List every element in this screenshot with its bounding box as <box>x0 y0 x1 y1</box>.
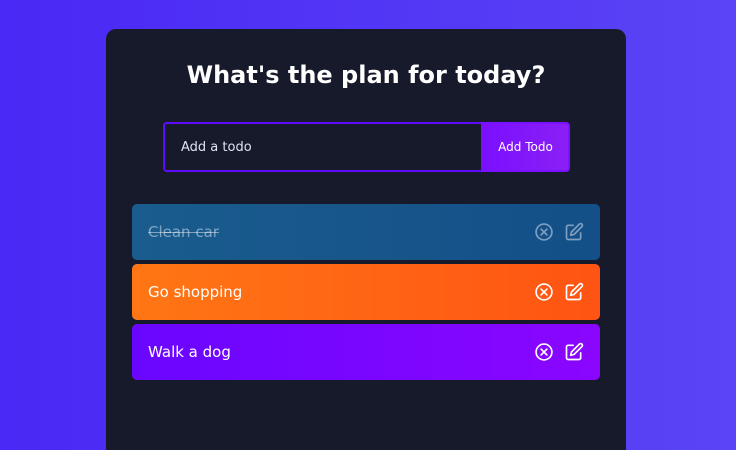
edit-icon[interactable] <box>564 222 584 242</box>
todo-item[interactable]: Clean car <box>132 204 600 260</box>
todo-form: Add Todo <box>163 122 570 172</box>
todo-input[interactable] <box>163 122 481 172</box>
circle-x-icon[interactable] <box>534 222 554 242</box>
todo-item-text[interactable]: Go shopping <box>148 283 534 301</box>
todo-item[interactable]: Walk a dog <box>132 324 600 380</box>
todo-item-actions <box>534 222 584 242</box>
todo-item-actions <box>534 342 584 362</box>
edit-icon[interactable] <box>564 282 584 302</box>
todo-app: What's the plan for today? Add Todo Clea… <box>106 29 626 450</box>
circle-x-icon[interactable] <box>534 282 554 302</box>
add-todo-button[interactable]: Add Todo <box>481 122 570 172</box>
circle-x-icon[interactable] <box>534 342 554 362</box>
todo-item-text[interactable]: Walk a dog <box>148 343 534 361</box>
todo-item-text[interactable]: Clean car <box>148 223 534 241</box>
todo-item[interactable]: Go shopping <box>132 264 600 320</box>
edit-icon[interactable] <box>564 342 584 362</box>
todo-item-actions <box>534 282 584 302</box>
page-title: What's the plan for today? <box>186 61 546 89</box>
